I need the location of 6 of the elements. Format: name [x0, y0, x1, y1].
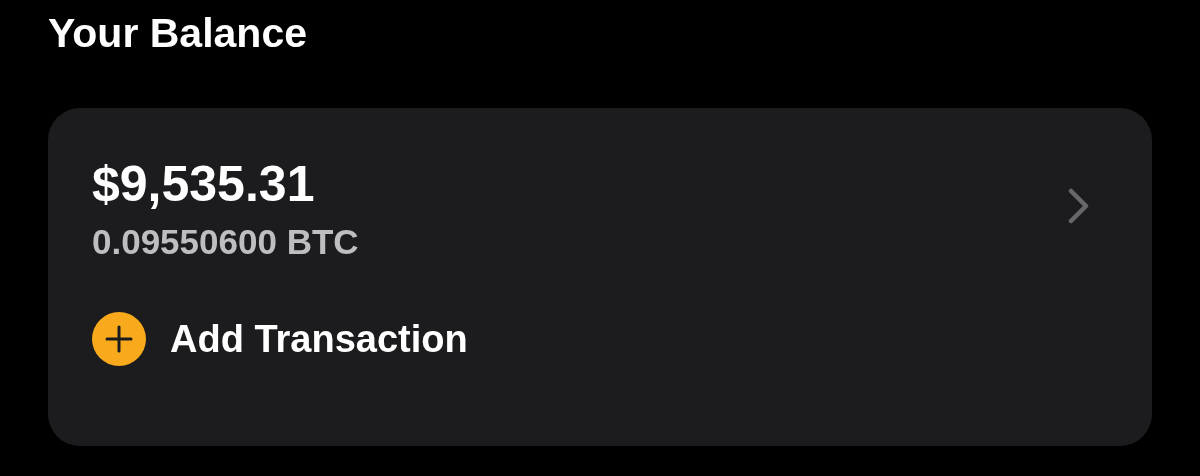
- fiat-balance: $9,535.31: [92, 155, 316, 214]
- crypto-balance: 0.09550600 BTC: [92, 221, 359, 263]
- plus-icon: [92, 312, 146, 366]
- add-transaction-button[interactable]: Add Transaction: [92, 312, 468, 366]
- chevron-right-icon[interactable]: [1068, 188, 1090, 224]
- section-title: Your Balance: [48, 9, 308, 58]
